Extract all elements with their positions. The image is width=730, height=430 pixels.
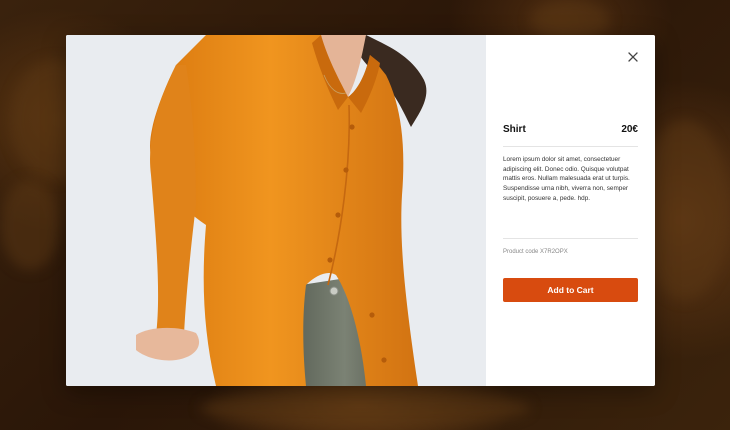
add-to-cart-button[interactable]: Add to Cart [503, 278, 638, 302]
product-photo-illustration [66, 35, 486, 386]
product-code: Product code X7R2OPX [503, 249, 568, 255]
backdrop-blur-shape [530, 0, 610, 40]
product-price: 20€ [621, 123, 638, 135]
close-button[interactable] [625, 49, 641, 65]
backdrop-blur-shape [0, 180, 60, 270]
close-icon [628, 52, 638, 62]
product-description: Lorem ipsum dolor sit amet, consectetuer… [503, 156, 630, 202]
product-modal: Shirt 20€ Lorem ipsum dolor sit amet, co… [66, 35, 655, 386]
product-image [66, 35, 486, 386]
product-name: Shirt [503, 123, 526, 135]
backdrop-blur-shape [200, 388, 530, 428]
product-title-row: Shirt 20€ [503, 119, 638, 147]
product-details-panel: Shirt 20€ Lorem ipsum dolor sit amet, co… [486, 35, 655, 386]
divider [503, 238, 638, 239]
